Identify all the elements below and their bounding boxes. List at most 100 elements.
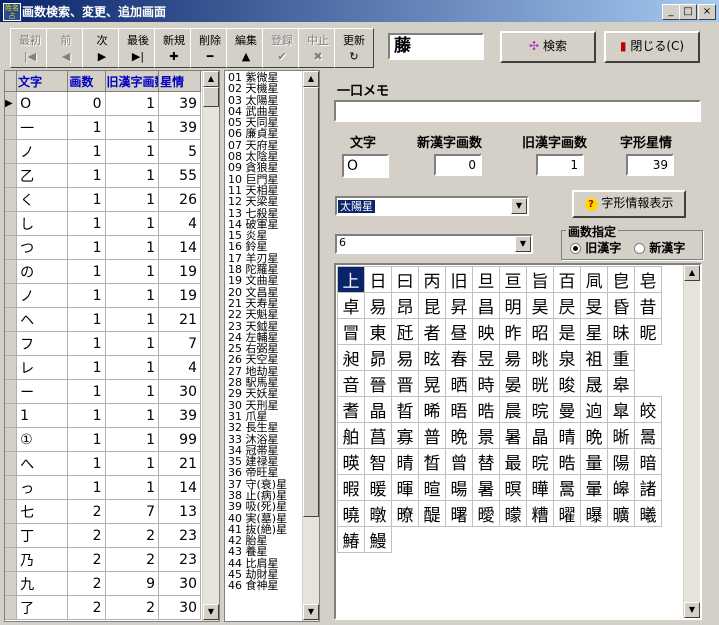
cell-star[interactable]: 30 <box>158 571 201 596</box>
kanji-cell[interactable]: 者 <box>418 318 446 345</box>
cell-star[interactable]: 19 <box>158 283 201 308</box>
minimize-button[interactable]: _ <box>662 4 680 20</box>
table-row[interactable]: ヘ 1 1 21 <box>5 307 201 332</box>
star-combo[interactable]: 太陽星 ▼ <box>335 196 529 216</box>
kanji-cell[interactable]: 暠 <box>634 422 662 449</box>
kanji-cell[interactable]: 暎 <box>337 448 365 475</box>
cell-char[interactable]: ノ <box>16 283 69 308</box>
cell-kaku[interactable]: 1 <box>67 475 106 500</box>
kanji-cell[interactable]: 陽 <box>607 448 635 475</box>
cell-old-kaku[interactable]: 1 <box>105 283 160 308</box>
kanji-cell[interactable]: 晨 <box>499 396 527 423</box>
cell-star[interactable]: 5 <box>158 139 201 164</box>
grid-scrollbar[interactable]: ▲ ▼ <box>202 71 219 621</box>
first-button[interactable]: 最初 |◀ <box>10 28 50 68</box>
table-row[interactable]: く 1 1 26 <box>5 187 201 212</box>
kanji-cell[interactable]: 昱 <box>472 344 500 371</box>
table-row[interactable]: の 1 1 19 <box>5 259 201 284</box>
kanji-cell[interactable]: 曼 <box>553 396 581 423</box>
kanji-cell[interactable]: 暝 <box>499 474 527 501</box>
kanji-cell[interactable]: 暗 <box>634 448 662 475</box>
cell-char[interactable]: 一 <box>16 115 69 140</box>
cell-char[interactable]: っ <box>16 475 69 500</box>
new-kaku-field[interactable]: 0 <box>434 154 482 176</box>
cell-char[interactable]: く <box>16 187 69 212</box>
cell-star[interactable]: 30 <box>158 379 201 404</box>
cell-kaku[interactable]: 1 <box>67 259 106 284</box>
cell-star[interactable]: 14 <box>158 475 201 500</box>
kanji-cell[interactable]: 音 <box>337 370 365 397</box>
kanji-cell[interactable]: 昂 <box>391 292 419 319</box>
kanji-cell[interactable]: 晙 <box>553 370 581 397</box>
kanji-cell[interactable]: 曄 <box>526 474 554 501</box>
kanji-cell[interactable]: 晀 <box>526 344 554 371</box>
scroll-up-arrow-icon[interactable]: ▲ <box>203 71 219 87</box>
kanji-cell[interactable]: 晳 <box>418 448 446 475</box>
kanji-cell[interactable]: 曙 <box>445 500 473 527</box>
cell-char[interactable]: 七 <box>16 499 69 524</box>
delete-button[interactable]: 削除 ━ <box>190 28 230 68</box>
cell-char[interactable]: し <box>16 211 69 236</box>
kanji-cell[interactable]: 昃 <box>553 292 581 319</box>
kanji-cell[interactable]: 曰 <box>391 266 419 293</box>
kanji-cell[interactable]: 暾 <box>364 500 392 527</box>
cell-star[interactable]: 13 <box>158 499 201 524</box>
cell-char[interactable]: フ <box>16 331 69 356</box>
kanji-cell[interactable]: 日 <box>364 266 392 293</box>
kanji-cell[interactable]: 晄 <box>526 370 554 397</box>
cell-char[interactable]: つ <box>16 235 69 260</box>
kanji-cell[interactable]: 晧 <box>472 396 500 423</box>
kanji-cell[interactable]: 旧 <box>445 266 473 293</box>
row-selector[interactable] <box>5 499 18 524</box>
kanji-cell[interactable]: 曚 <box>499 500 527 527</box>
kanji-cell[interactable]: 耆 <box>337 396 365 423</box>
cell-char[interactable]: O <box>16 91 69 116</box>
scroll-up-arrow-icon[interactable]: ▲ <box>684 265 700 281</box>
kanji-cell[interactable]: 糟 <box>526 500 554 527</box>
cell-kaku[interactable]: 1 <box>67 307 106 332</box>
kanji-cell[interactable]: 晩 <box>445 422 473 449</box>
star-list-scroll-thumb[interactable] <box>303 87 319 517</box>
kanji-cell[interactable]: 晥 <box>526 396 554 423</box>
kanji-cell[interactable]: 皂 <box>634 266 662 293</box>
old-kaku-field[interactable]: 1 <box>536 154 584 176</box>
list-item[interactable]: 09 貪狼星 <box>225 162 303 174</box>
row-selector[interactable] <box>5 331 18 356</box>
cell-old-kaku[interactable]: 1 <box>105 187 160 212</box>
kanji-cell[interactable]: 瓩 <box>391 318 419 345</box>
close-button[interactable]: ▮ 閉じる(C) <box>604 31 700 63</box>
list-item[interactable]: 46 食神星 <box>225 580 303 592</box>
kanji-cell[interactable]: 百 <box>553 266 581 293</box>
edit-button[interactable]: 編集 ▲ <box>226 28 266 68</box>
kanji-cell[interactable]: 舶 <box>337 422 365 449</box>
cell-old-kaku[interactable]: 1 <box>105 403 160 428</box>
kanji-cell[interactable]: 易 <box>364 292 392 319</box>
cell-old-kaku[interactable]: 1 <box>105 451 160 476</box>
cell-char[interactable]: ① <box>16 427 69 452</box>
cell-old-kaku[interactable]: 1 <box>105 307 160 332</box>
kanji-cell[interactable]: 皎 <box>634 396 662 423</box>
kanji-cell[interactable]: 晴 <box>553 422 581 449</box>
kanji-cell[interactable]: 智 <box>364 448 392 475</box>
table-row[interactable]: し114 <box>5 211 201 236</box>
kanji-cell[interactable]: 皞 <box>607 474 635 501</box>
cell-kaku[interactable]: 2 <box>67 571 106 596</box>
kanji-cell[interactable]: 鰻 <box>364 526 392 553</box>
char-info-button[interactable]: ? 字形情報表示 <box>572 190 686 218</box>
cell-kaku[interactable]: 1 <box>67 115 106 140</box>
row-selector[interactable] <box>5 523 18 548</box>
kanji-cell[interactable]: 暘 <box>445 474 473 501</box>
row-selector[interactable] <box>5 235 18 260</box>
kanji-cell[interactable]: 皋 <box>607 370 635 397</box>
kanji-cell[interactable]: 昨 <box>499 318 527 345</box>
kanji-cell[interactable]: 晴 <box>391 448 419 475</box>
table-row[interactable]: つ 1 1 14 <box>5 235 201 260</box>
cell-old-kaku[interactable]: 1 <box>105 211 160 236</box>
kanji-cell[interactable]: 曜 <box>553 500 581 527</box>
table-row[interactable]: 一 1 1 39 <box>5 115 201 140</box>
kanji-data-grid[interactable]: 文字画数旧漢字画数星情 ▶O0139一1139ノ115乙1155く1126し11… <box>4 70 220 622</box>
kanji-cell[interactable]: 暄 <box>418 474 446 501</box>
list-item[interactable]: 22 天魁星 <box>225 309 303 321</box>
cell-kaku[interactable]: 1 <box>67 379 106 404</box>
kanji-cell[interactable]: 祖 <box>580 344 608 371</box>
